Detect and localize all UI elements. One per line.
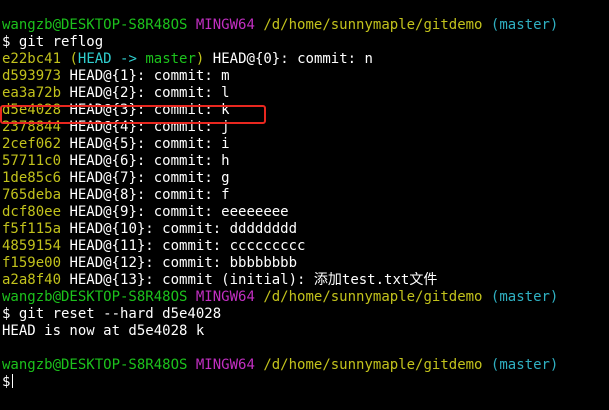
command-reset: $ git reset --hard d5e4028 <box>2 306 222 322</box>
prompt-branch: (master) <box>490 289 559 305</box>
reflog-entry: ea3a72b HEAD@{2}: commit: l <box>2 85 607 102</box>
reflog-entry: dcf80ee HEAD@{9}: commit: eeeeeeee <box>2 204 607 221</box>
reflog-branch-ref: master <box>145 51 196 67</box>
reflog-entry: d5e4028 HEAD@{3}: commit: k <box>2 102 607 119</box>
input-prompt-symbol: $ <box>2 374 11 390</box>
reflog-entry: a2a8f40 HEAD@{13}: commit (initial): 添加t… <box>2 272 607 289</box>
prompt-path: /d/home/sunnymaple/gitdemo <box>263 289 483 305</box>
reflog-entry: 4859154 HEAD@{11}: commit: ccccccccc <box>2 238 607 255</box>
text-cursor <box>12 374 14 388</box>
reflog-hash: 4859154 <box>2 238 62 254</box>
prompt-system: MINGW64 <box>195 289 255 305</box>
prompt-user-host: wangzb@DESKTOP-S8R48OS <box>2 357 188 373</box>
reflog-entry: 2cef062 HEAD@{5}: commit: i <box>2 136 607 153</box>
reflog-hash: 57711c0 <box>2 153 62 169</box>
command-reflog: $ git reflog <box>2 34 104 50</box>
reflog-entry: 765deba HEAD@{8}: commit: f <box>2 187 607 204</box>
reflog-text: HEAD@{2}: commit: l <box>69 85 230 101</box>
terminal-window[interactable]: wangzb@DESKTOP-S8R48OS MINGW64 /d/home/s… <box>2 17 607 391</box>
reflog-hash: f5f115a <box>2 221 62 237</box>
reflog-text: HEAD@{13}: commit (initial): 添加test.txt文… <box>69 272 438 288</box>
reflog-hash: a2a8f40 <box>2 272 62 288</box>
reflog-text: HEAD@{10}: commit: dddddddd <box>69 221 298 237</box>
reflog-hash: dcf80ee <box>2 204 62 220</box>
reflog-entry: 1de85c6 HEAD@{7}: commit: g <box>2 170 607 187</box>
reflog-hash: d593973 <box>2 68 62 84</box>
reflog-head-ref: HEAD -> <box>77 51 137 67</box>
reflog-text: HEAD@{9}: commit: eeeeeeee <box>69 204 289 220</box>
prompt-branch: (master) <box>490 357 559 373</box>
reflog-hash: e22bc41 <box>2 51 62 67</box>
reflog-text: HEAD@{4}: commit: j <box>69 119 230 135</box>
reflog-list: d593973 HEAD@{1}: commit: m ea3a72b HEAD@… <box>2 68 607 289</box>
reflog-entry: 2378844 HEAD@{4}: commit: j <box>2 119 607 136</box>
reflog-hash: f159e00 <box>2 255 62 271</box>
prompt-path: /d/home/sunnymaple/gitdemo <box>263 17 483 33</box>
prompt-path: /d/home/sunnymaple/gitdemo <box>263 357 483 373</box>
prompt-system: MINGW64 <box>195 357 255 373</box>
prompt-system: MINGW64 <box>195 17 255 33</box>
reflog-entry: f159e00 HEAD@{12}: commit: bbbbbbbb <box>2 255 607 272</box>
reflog-text: HEAD@{6}: commit: h <box>69 153 230 169</box>
reflog-entry: d593973 HEAD@{1}: commit: m <box>2 68 607 85</box>
reflog-entry: f5f115a HEAD@{10}: commit: dddddddd <box>2 221 607 238</box>
reflog-hash: 2378844 <box>2 119 62 135</box>
prompt-branch: (master) <box>490 17 559 33</box>
reflog-text: HEAD@{5}: commit: i <box>69 136 230 152</box>
prompt-line-2: wangzb@DESKTOP-S8R48OS MINGW64 /d/home/s… <box>2 289 607 306</box>
reflog-decoration-open: ( <box>69 51 78 67</box>
reflog-entry: 57711c0 HEAD@{6}: commit: h <box>2 153 607 170</box>
reflog-text: HEAD@{11}: commit: ccccccccc <box>69 238 306 254</box>
input-line[interactable]: $ <box>2 374 607 391</box>
reflog-text: HEAD@{12}: commit: bbbbbbbb <box>69 255 298 271</box>
reflog-hash: d5e4028 <box>2 102 62 118</box>
prompt-user-host: wangzb@DESKTOP-S8R48OS <box>2 289 188 305</box>
reflog-text: HEAD@{1}: commit: m <box>69 68 230 84</box>
reset-output: HEAD is now at d5e4028 k <box>2 323 205 339</box>
reflog-text: HEAD@{3}: commit: k <box>69 102 230 118</box>
reflog-text: HEAD@{0}: commit: n <box>212 51 373 67</box>
reflog-entry-head: e22bc41 (HEAD -> master) HEAD@{0}: commi… <box>2 51 607 68</box>
reflog-text: HEAD@{8}: commit: f <box>69 187 230 203</box>
prompt-line-3: wangzb@DESKTOP-S8R48OS MINGW64 /d/home/s… <box>2 357 607 374</box>
reflog-hash: ea3a72b <box>2 85 62 101</box>
reflog-hash: 765deba <box>2 187 62 203</box>
reflog-hash: 1de85c6 <box>2 170 62 186</box>
prompt-line-1: wangzb@DESKTOP-S8R48OS MINGW64 /d/home/s… <box>2 17 607 34</box>
prompt-user-host: wangzb@DESKTOP-S8R48OS <box>2 17 188 33</box>
reflog-decoration-close: ) <box>195 51 205 67</box>
reflog-text: HEAD@{7}: commit: g <box>69 170 230 186</box>
reflog-hash: 2cef062 <box>2 136 62 152</box>
